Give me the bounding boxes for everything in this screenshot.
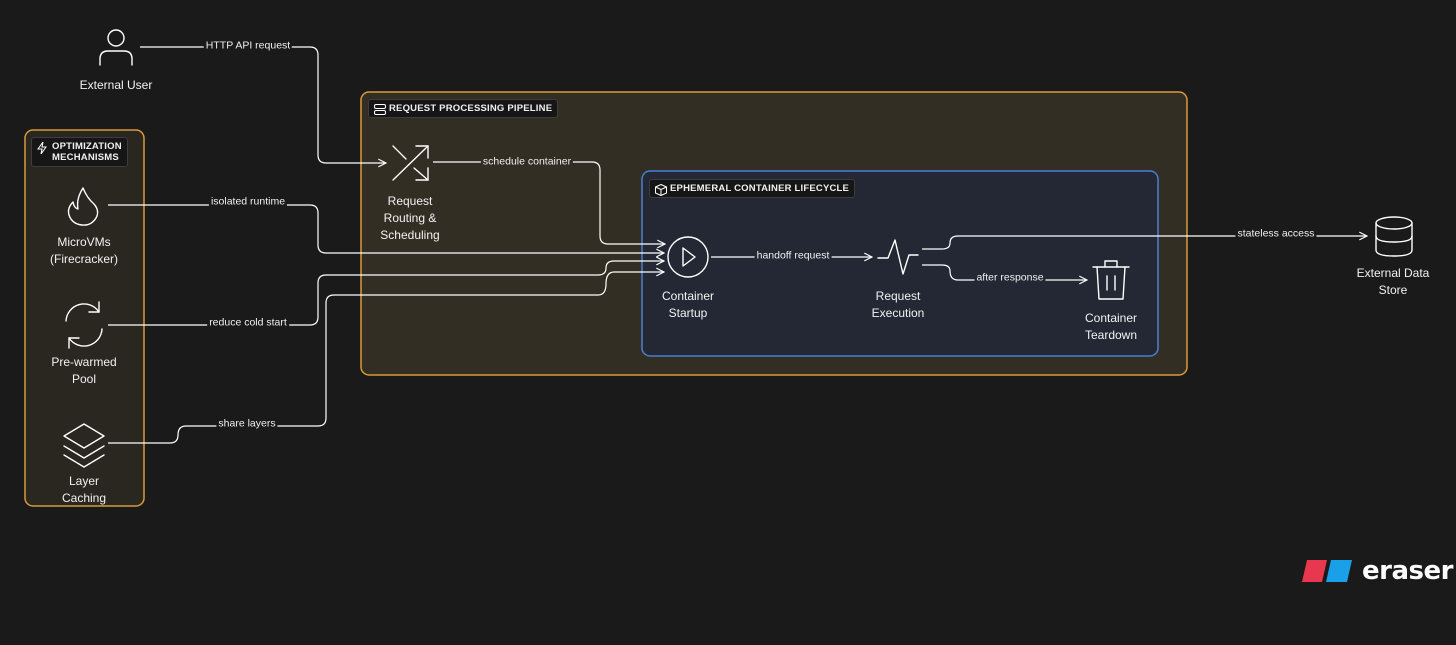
edge-label-after-response: after response (974, 271, 1046, 285)
datastore-label: External Data Store (1356, 266, 1430, 297)
lifecycle-title: EPHEMERAL CONTAINER LIFECYCLE (670, 183, 850, 194)
edge-label-stateless: stateless access (1235, 227, 1317, 241)
routing-label: Request Routing & Scheduling (380, 194, 440, 242)
optimization-title-line2: MECHANISMS (52, 152, 119, 163)
execution-label: Request Execution (871, 289, 925, 320)
edge-label-handoff: handoff request (754, 249, 832, 263)
lifecycle-group-title: EPHEMERAL CONTAINER LIFECYCLE (649, 179, 856, 198)
lightning-icon (37, 142, 47, 154)
user-icon (99, 29, 133, 66)
optimization-group (24, 129, 145, 507)
edge-label-schedule: schedule container (480, 155, 574, 169)
edge-label-http-api: HTTP API request (203, 39, 293, 53)
prewarmed-label: Pre-warmed Pool (51, 355, 117, 386)
database-icon (1375, 216, 1413, 257)
microvms-label: MicroVMs (Firecracker) (50, 235, 118, 266)
edge-label-share-layers: share layers (216, 417, 278, 431)
external-user-label: External User (79, 78, 153, 92)
edge-http-api (140, 46, 386, 163)
brand-name: eraser (1362, 556, 1453, 586)
startup-label: Container Startup (661, 289, 715, 320)
eraser-mark-icon (1302, 560, 1352, 582)
layer-caching-label: Layer Caching (61, 474, 107, 505)
pipeline-title: REQUEST PROCESSING PIPELINE (389, 103, 553, 114)
eraser-logo: eraser (1300, 556, 1453, 586)
edge-label-cold-start: reduce cold start (207, 316, 289, 330)
teardown-label: Container Teardown (1084, 311, 1138, 342)
optimization-group-title: OPTIMIZATION MECHANISMS (31, 137, 128, 167)
edge-label-isolated: isolated runtime (208, 195, 288, 209)
server-icon (374, 104, 386, 115)
optimization-title-line1: OPTIMIZATION (52, 141, 122, 152)
box-icon (655, 184, 667, 196)
pipeline-group-title: REQUEST PROCESSING PIPELINE (368, 99, 559, 118)
